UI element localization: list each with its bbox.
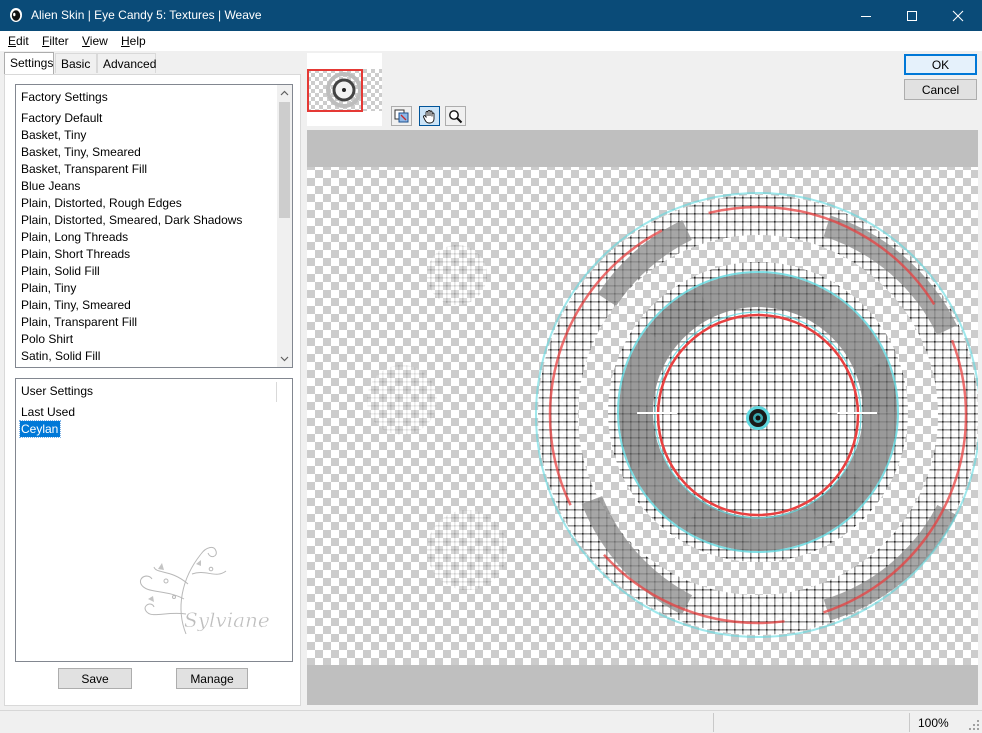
list-item[interactable]: Basket, Tiny bbox=[21, 127, 86, 143]
ok-button[interactable]: OK bbox=[904, 54, 977, 75]
tab-basic[interactable]: Basic bbox=[55, 53, 97, 73]
chevron-up-icon bbox=[280, 90, 289, 96]
list-item[interactable]: Plain, Tiny bbox=[21, 280, 76, 296]
title-bar: Alien Skin | Eye Candy 5: Textures | Wea… bbox=[0, 0, 982, 31]
list-item[interactable]: Factory Default bbox=[21, 110, 102, 126]
list-item[interactable]: Plain, Long Threads bbox=[21, 229, 128, 245]
scroll-up-arrow[interactable] bbox=[277, 85, 292, 101]
chevron-down-icon bbox=[280, 356, 289, 362]
tab-advanced[interactable]: Advanced bbox=[97, 53, 156, 73]
hand-tool-button[interactable] bbox=[419, 106, 440, 126]
thumbnail-image bbox=[307, 69, 382, 112]
status-separator bbox=[713, 713, 714, 732]
watermark-signature: Sylviane bbox=[184, 608, 270, 632]
user-settings-list[interactable]: User Settings Last Used Ceylan Sylviane bbox=[15, 378, 293, 662]
manage-button[interactable]: Manage bbox=[176, 668, 248, 689]
sylviane-watermark-logo: Sylviane bbox=[139, 546, 270, 635]
menu-filter[interactable]: Filter bbox=[42, 34, 69, 48]
weave-preview-canvas[interactable] bbox=[307, 130, 981, 705]
list-item[interactable]: Last Used bbox=[21, 404, 75, 420]
preview-toggle-icon bbox=[394, 109, 409, 123]
cancel-button[interactable]: Cancel bbox=[904, 79, 977, 100]
list-item[interactable]: Plain, Distorted, Rough Edges bbox=[21, 195, 182, 211]
menu-help[interactable]: Help bbox=[121, 34, 146, 48]
factory-list-scrollbar[interactable] bbox=[277, 85, 292, 367]
user-settings-header: User Settings bbox=[21, 384, 94, 398]
preview-area[interactable] bbox=[307, 130, 981, 705]
save-button[interactable]: Save bbox=[58, 668, 132, 689]
list-item[interactable]: Plain, Tiny, Smeared bbox=[21, 297, 131, 313]
minimize-icon bbox=[861, 15, 871, 17]
list-item[interactable]: Satin, Solid Fill bbox=[21, 348, 100, 364]
resize-grip-icon[interactable] bbox=[968, 719, 980, 731]
list-item[interactable]: Polo Shirt bbox=[21, 331, 73, 347]
tab-settings[interactable]: Settings bbox=[4, 52, 54, 74]
close-button[interactable] bbox=[935, 0, 981, 31]
list-item[interactable]: Plain, Solid Fill bbox=[21, 263, 100, 279]
preview-thumbnail[interactable] bbox=[307, 53, 382, 126]
zoom-icon bbox=[449, 109, 463, 123]
zoom-level: 100% bbox=[918, 716, 949, 730]
list-item[interactable]: Plain, Short Threads bbox=[21, 246, 130, 262]
maximize-button[interactable] bbox=[889, 0, 935, 31]
list-item[interactable]: Plain, Transparent Fill bbox=[21, 314, 137, 330]
hand-icon bbox=[423, 109, 435, 123]
window-title: Alien Skin | Eye Candy 5: Textures | Wea… bbox=[31, 8, 262, 22]
status-separator bbox=[909, 713, 910, 732]
menu-bar: Edit Filter View Help bbox=[0, 31, 982, 51]
minimize-button[interactable] bbox=[843, 0, 889, 31]
alien-skin-app-icon[interactable] bbox=[8, 7, 24, 23]
menu-edit[interactable]: Edit bbox=[8, 34, 29, 48]
scroll-down-arrow[interactable] bbox=[277, 351, 292, 367]
list-item[interactable]: Blue Jeans bbox=[21, 178, 80, 194]
list-item[interactable]: Plain, Distorted, Smeared, Dark Shadows bbox=[21, 212, 242, 228]
maximize-icon bbox=[907, 10, 917, 21]
user-header-separator bbox=[276, 382, 277, 402]
factory-settings-list[interactable]: Factory Settings Factory Default Basket, … bbox=[15, 84, 293, 368]
menu-view[interactable]: View bbox=[82, 34, 108, 48]
preview-toggle-button[interactable] bbox=[391, 106, 412, 126]
status-bar: 100% bbox=[0, 710, 982, 733]
list-item[interactable]: Basket, Transparent Fill bbox=[21, 161, 147, 177]
zoom-tool-button[interactable] bbox=[445, 106, 466, 126]
list-item[interactable]: Ceylan bbox=[18, 420, 62, 438]
close-icon bbox=[952, 10, 964, 21]
factory-settings-header: Factory Settings bbox=[21, 90, 108, 104]
list-item[interactable]: Basket, Tiny, Smeared bbox=[21, 144, 141, 160]
settings-panel: Factory Settings Factory Default Basket, … bbox=[4, 74, 301, 706]
scroll-thumb[interactable] bbox=[279, 102, 290, 218]
